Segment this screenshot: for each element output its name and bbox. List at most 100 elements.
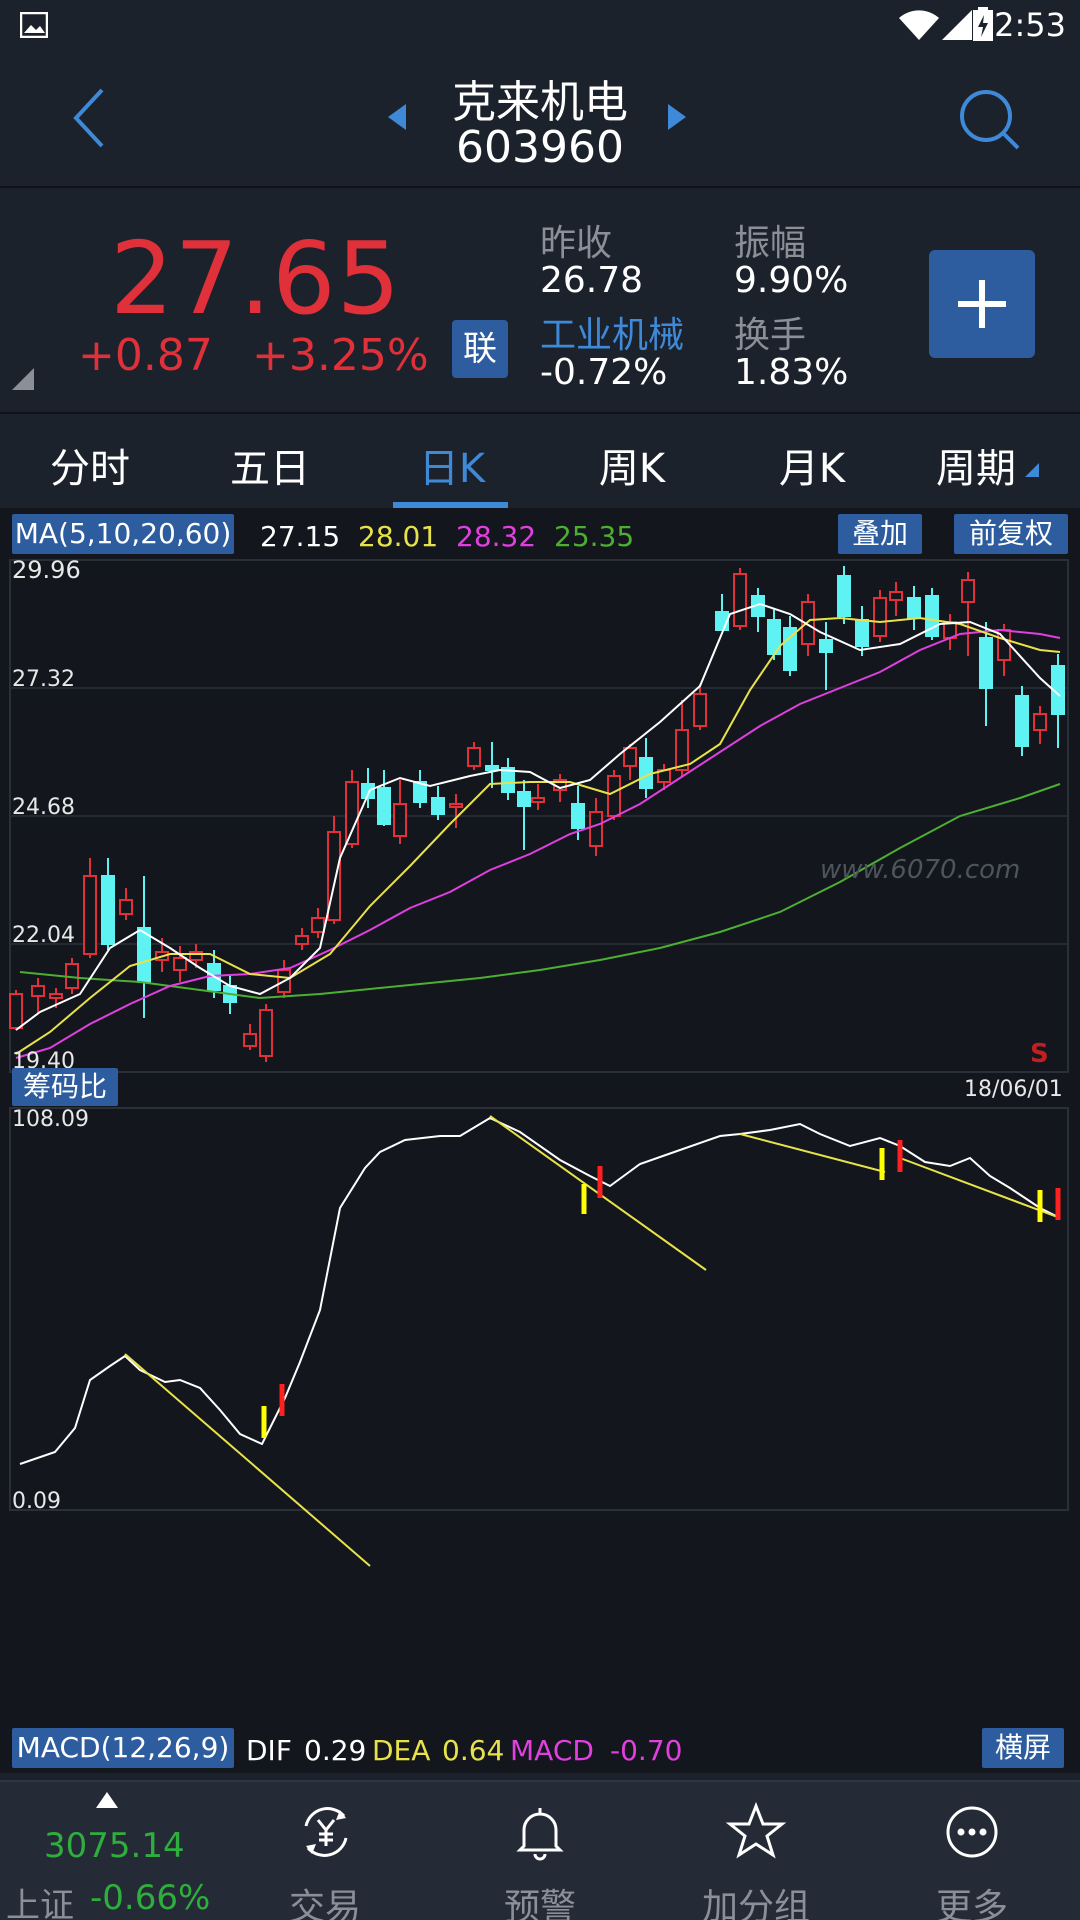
period-tabs: 分时 五日 日K 周K 月K 周期 (0, 412, 1080, 508)
add-watchlist-button[interactable] (929, 250, 1035, 358)
wifi-icon (899, 10, 939, 40)
candle-body (83, 875, 97, 955)
dea-label: DEA (372, 1734, 431, 1767)
price-axis-tick: 22.04 (12, 923, 75, 948)
tab-monthly-k[interactable]: 月K (732, 436, 892, 494)
ma-indicator-button[interactable]: MA(5,10,20,60) (12, 514, 234, 554)
index-name: 上证 (6, 1886, 74, 1920)
candle-body (295, 935, 309, 945)
tab-intraday[interactable]: 分时 (10, 436, 170, 494)
candle-body (1033, 713, 1047, 731)
indicator-button[interactable]: 筹码比 (12, 1068, 118, 1106)
macd-indicator-button[interactable]: MACD(12,26,9) (12, 1728, 234, 1768)
candle-body (889, 591, 903, 601)
price-axis-max: 29.96 (12, 558, 81, 584)
bottom-nav: 3075.14 上证 -0.66% 交易 预警 加分组 更多 (0, 1780, 1080, 1920)
ma5-line (15, 602, 1061, 1031)
macd-value: -0.70 (610, 1734, 683, 1767)
current-price: 27.65 (110, 220, 402, 337)
dropdown-corner-icon (1025, 463, 1039, 477)
tab-daily-k[interactable]: 日K (372, 436, 532, 494)
ma20-line (15, 628, 1061, 1059)
chart-area[interactable]: MA(5,10,20,60) 27.15 28.01 28.32 25.35 叠… (0, 508, 1080, 1773)
amplitude-label: 振幅 (734, 223, 807, 264)
candle-body (137, 927, 151, 983)
watermark: www.6070.com (820, 855, 1020, 885)
nav-trade-label[interactable]: 交易 (245, 1878, 405, 1920)
chip-ratio-line (19, 1116, 1061, 1465)
nav-alert-label[interactable]: 预警 (460, 1878, 620, 1920)
price-change-pct: +3.25% (252, 330, 429, 381)
dif-label: DIF (246, 1734, 292, 1767)
signal-s-marker: S (1030, 1039, 1049, 1069)
prev-close-label: 昨收 (540, 223, 613, 264)
nav-add-group-label[interactable]: 加分组 (676, 1878, 836, 1920)
landscape-button[interactable]: 横屏 (982, 1728, 1064, 1768)
candle-body (243, 1033, 257, 1047)
tab-weekly-k[interactable]: 周K (552, 436, 712, 494)
candle-body (393, 803, 407, 837)
candle-body (907, 597, 921, 619)
candle-body (49, 993, 63, 999)
expand-up-icon[interactable] (94, 1790, 120, 1810)
candle-body (733, 573, 747, 627)
yen-exchange-icon[interactable] (296, 1802, 356, 1862)
dea-value: 0.64 (442, 1734, 505, 1767)
price-axis-tick: 24.68 (12, 795, 75, 820)
candle-body (693, 693, 707, 727)
candle-body (837, 575, 851, 617)
candle-body (31, 985, 45, 997)
sector-link[interactable]: 工业机械 (540, 306, 684, 358)
candle-body (571, 803, 585, 829)
macd-label: MACD (510, 1734, 594, 1767)
indicator-panel-frame (9, 1107, 1069, 1511)
next-stock-icon[interactable] (666, 102, 688, 132)
candle-body (819, 639, 833, 653)
price-axis-tick: 27.32 (12, 667, 75, 692)
candle-body (467, 747, 481, 767)
candle-body (259, 1009, 273, 1057)
more-icon[interactable] (942, 1802, 1002, 1862)
ma60-value: 25.35 (554, 520, 635, 553)
adjust-button[interactable]: 前复权 (954, 514, 1068, 554)
indicator-axis-min: 0.09 (12, 1489, 61, 1514)
candle-body (311, 917, 325, 933)
back-icon[interactable] (66, 86, 110, 150)
dif-value: 0.29 (304, 1734, 367, 1767)
candle-body (1015, 695, 1029, 747)
kline-svg: www.6070.com S 29.96 27.32 24.68 22.04 1… (9, 558, 1069, 1567)
bell-icon[interactable] (510, 1802, 570, 1862)
ma5-value: 27.15 (260, 520, 341, 553)
price-change: +0.87 (78, 330, 213, 381)
amplitude-value: 9.90% (734, 260, 849, 301)
turnover-value: 1.83% (734, 352, 849, 393)
candle-body (517, 791, 531, 807)
status-bar: 2:53 (0, 0, 1080, 52)
candle-body (345, 781, 359, 845)
candle-body (607, 775, 621, 817)
candle-body (431, 797, 445, 815)
signal-icon (942, 10, 972, 40)
tab-five-day[interactable]: 五日 (190, 436, 350, 494)
ma10-value: 28.01 (358, 520, 439, 553)
nav-more-label[interactable]: 更多 (892, 1878, 1052, 1920)
ma10-line (15, 616, 1061, 1055)
candle-body (119, 899, 133, 915)
ma20-value: 28.32 (456, 520, 537, 553)
star-icon[interactable] (726, 1802, 786, 1862)
index-change: -0.66% (90, 1878, 211, 1918)
index-value[interactable]: 3075.14 (44, 1826, 185, 1866)
candle-body (9, 993, 23, 1029)
corner-triangle-icon (12, 368, 34, 390)
turnover-label: 换手 (734, 315, 807, 356)
image-icon (20, 12, 48, 38)
candle-body (873, 597, 887, 637)
sector-change: -0.72% (540, 352, 668, 393)
candle-body (589, 811, 603, 847)
overlay-button[interactable]: 叠加 (838, 514, 922, 554)
link-badge[interactable]: 联 (452, 320, 508, 378)
candle-body (173, 957, 187, 971)
trend-lines (124, 1115, 1061, 1567)
candle-body (377, 787, 391, 825)
search-icon[interactable] (958, 88, 1022, 152)
